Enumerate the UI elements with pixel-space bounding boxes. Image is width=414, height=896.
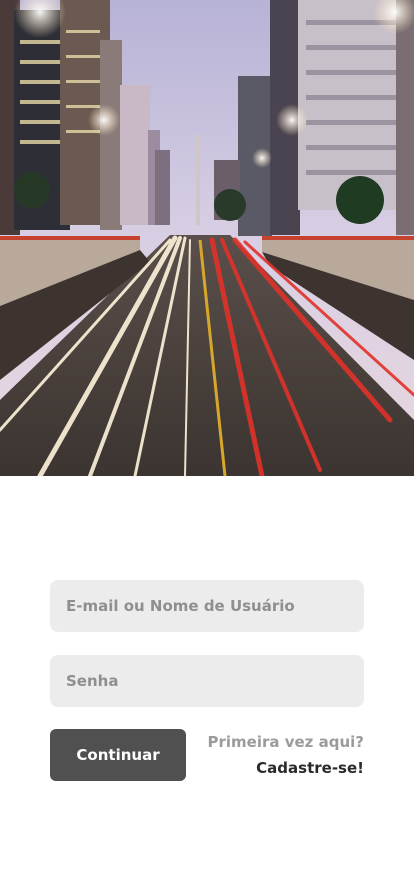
- continue-button[interactable]: Continuar: [50, 729, 186, 781]
- first-time-text: Primeira vez aqui?: [207, 733, 364, 751]
- email-or-username-input[interactable]: [50, 580, 364, 632]
- password-input[interactable]: [50, 655, 364, 707]
- signup-link[interactable]: Cadastre-se!: [256, 759, 364, 777]
- hero-city-traffic-image: [0, 0, 414, 476]
- login-screen: Continuar Primeira vez aqui? Cadastre-se…: [0, 0, 414, 896]
